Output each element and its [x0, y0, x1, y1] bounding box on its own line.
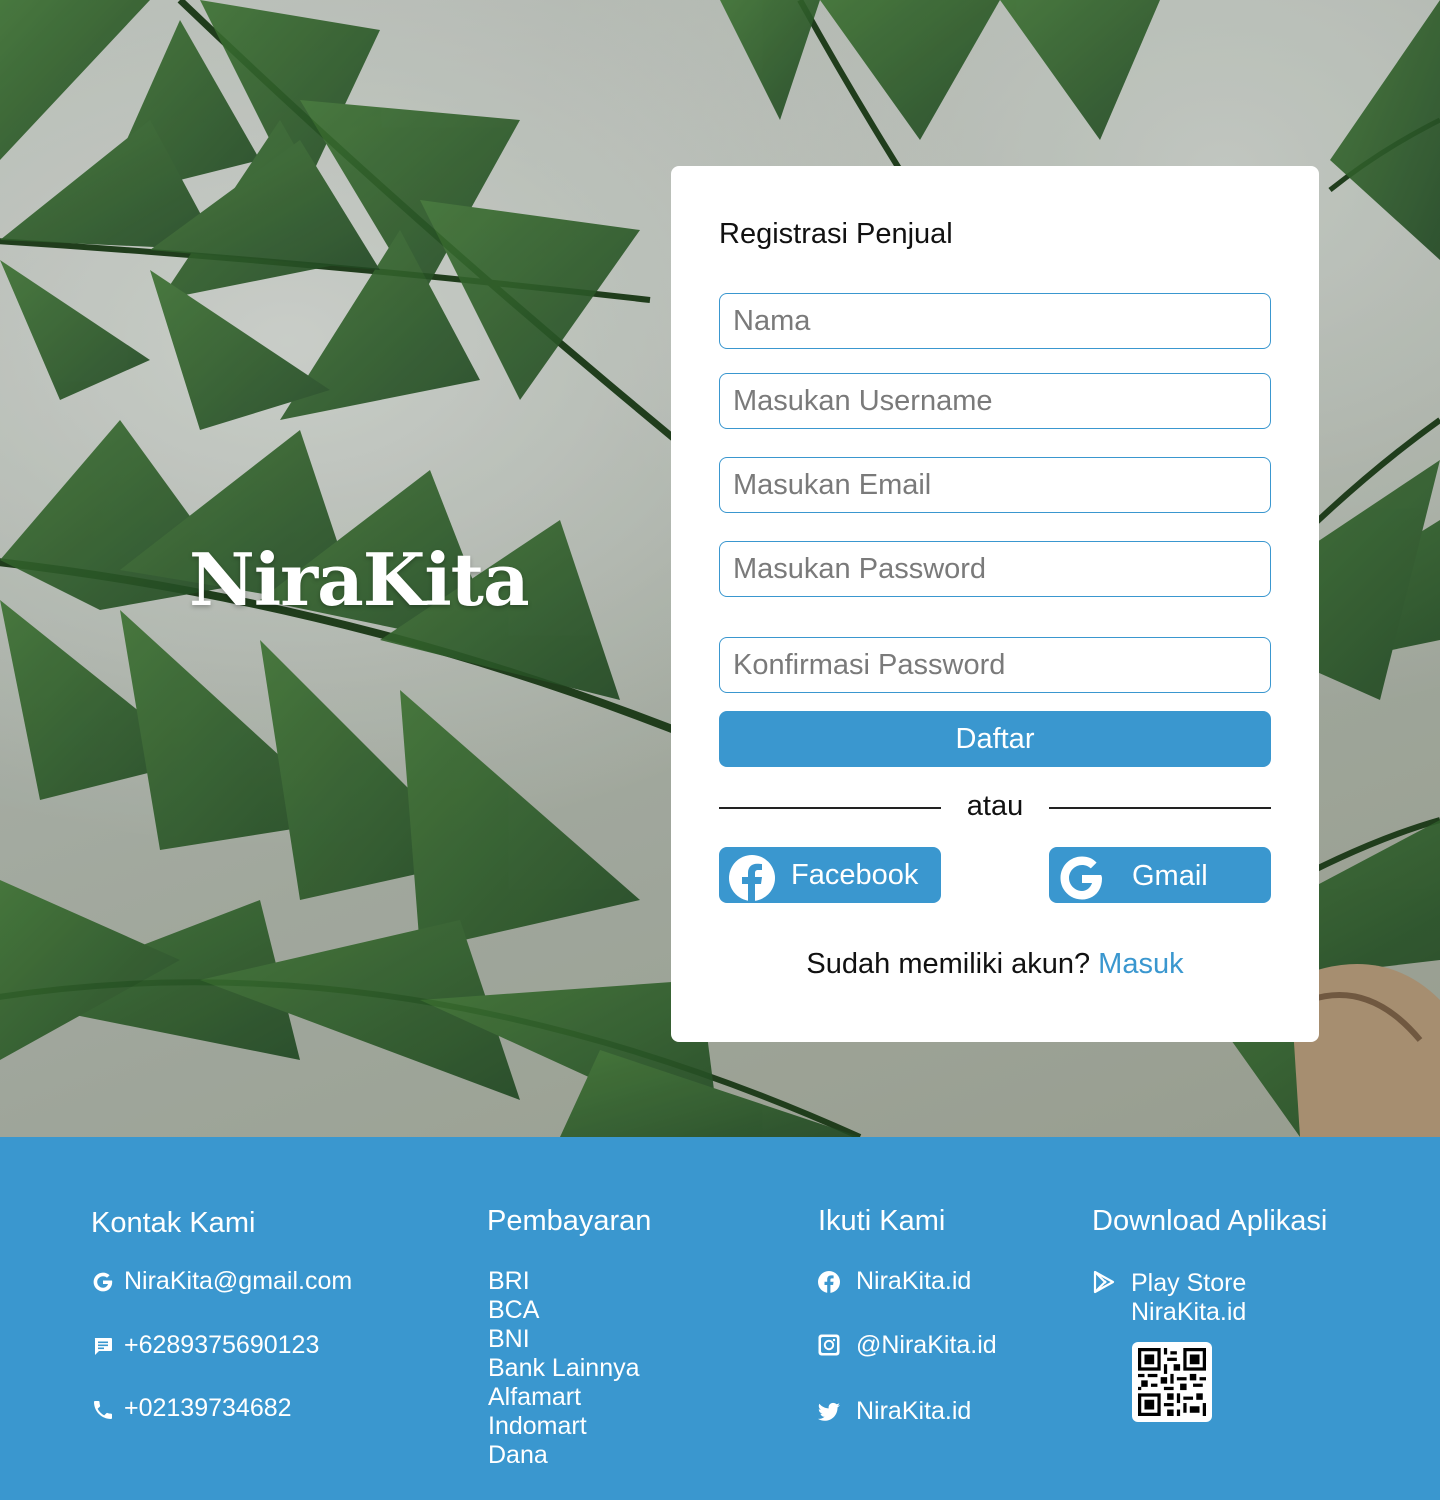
username-input[interactable] [719, 373, 1271, 429]
payment-item: BRI [488, 1267, 530, 1295]
play-store-text: Play Store [1131, 1269, 1247, 1297]
divider-right [1049, 807, 1271, 809]
facebook-login-button[interactable]: Facebook [719, 847, 941, 903]
footer: Kontak Kami NiraKita@gmail.com +62893756… [0, 1137, 1440, 1500]
register-button[interactable]: Daftar [719, 711, 1271, 767]
follow-facebook-text: NiraKita.id [856, 1267, 972, 1295]
facebook-icon [818, 1271, 840, 1293]
has-account-text: Sudah memiliki akun? [806, 948, 1091, 980]
message-icon [94, 1338, 112, 1355]
contact-heading: Kontak Kami [91, 1207, 256, 1239]
phone-icon [94, 1401, 112, 1419]
qr-code [1132, 1342, 1212, 1422]
gmail-label: Gmail [1132, 860, 1208, 892]
google-icon [93, 1272, 113, 1292]
gmail-login-button[interactable]: Gmail [1049, 847, 1271, 903]
contact-sms-text: +6289375690123 [124, 1331, 320, 1359]
facebook-label: Facebook [791, 859, 919, 891]
follow-heading: Ikuti Kami [818, 1205, 946, 1237]
payment-heading: Pembayaran [487, 1205, 652, 1237]
contact-phone-text: +02139734682 [124, 1394, 292, 1422]
play-store-subtext: NiraKita.id [1131, 1298, 1247, 1326]
qr-code-image [1138, 1348, 1206, 1416]
twitter-icon [817, 1402, 840, 1421]
payment-item: BNI [488, 1325, 530, 1353]
registration-card: Registrasi Penjual Daftar atau Facebook … [671, 166, 1319, 1042]
payment-list: BRI BCA BNI Bank Lainnya Alfamart Indoma… [488, 1267, 640, 1470]
payment-item: Dana [488, 1441, 548, 1469]
password-input[interactable] [719, 541, 1271, 597]
contact-email-text: NiraKita@gmail.com [124, 1267, 353, 1295]
follow-instagram-text: @NiraKita.id [856, 1331, 997, 1359]
divider-text: atau [966, 790, 1024, 822]
payment-item: Bank Lainnya [488, 1354, 640, 1382]
download-heading: Download Aplikasi [1092, 1205, 1328, 1237]
play-store-icon [1093, 1270, 1115, 1294]
divider-left [719, 807, 941, 809]
login-prompt: Sudah memiliki akun? Masuk [671, 948, 1319, 981]
payment-item: Indomart [488, 1412, 587, 1440]
form-title: Registrasi Penjual [719, 218, 953, 250]
confirm-password-input[interactable] [719, 637, 1271, 693]
payment-item: BCA [488, 1296, 540, 1324]
name-input[interactable] [719, 293, 1271, 349]
follow-twitter-text: NiraKita.id [856, 1397, 972, 1425]
facebook-icon [729, 855, 775, 901]
email-input[interactable] [719, 457, 1271, 513]
instagram-icon [818, 1334, 840, 1356]
payment-item: Alfamart [488, 1383, 582, 1411]
google-icon [1060, 856, 1102, 900]
brand-logo: NiraKita [189, 537, 530, 622]
login-link[interactable]: Masuk [1098, 948, 1183, 980]
